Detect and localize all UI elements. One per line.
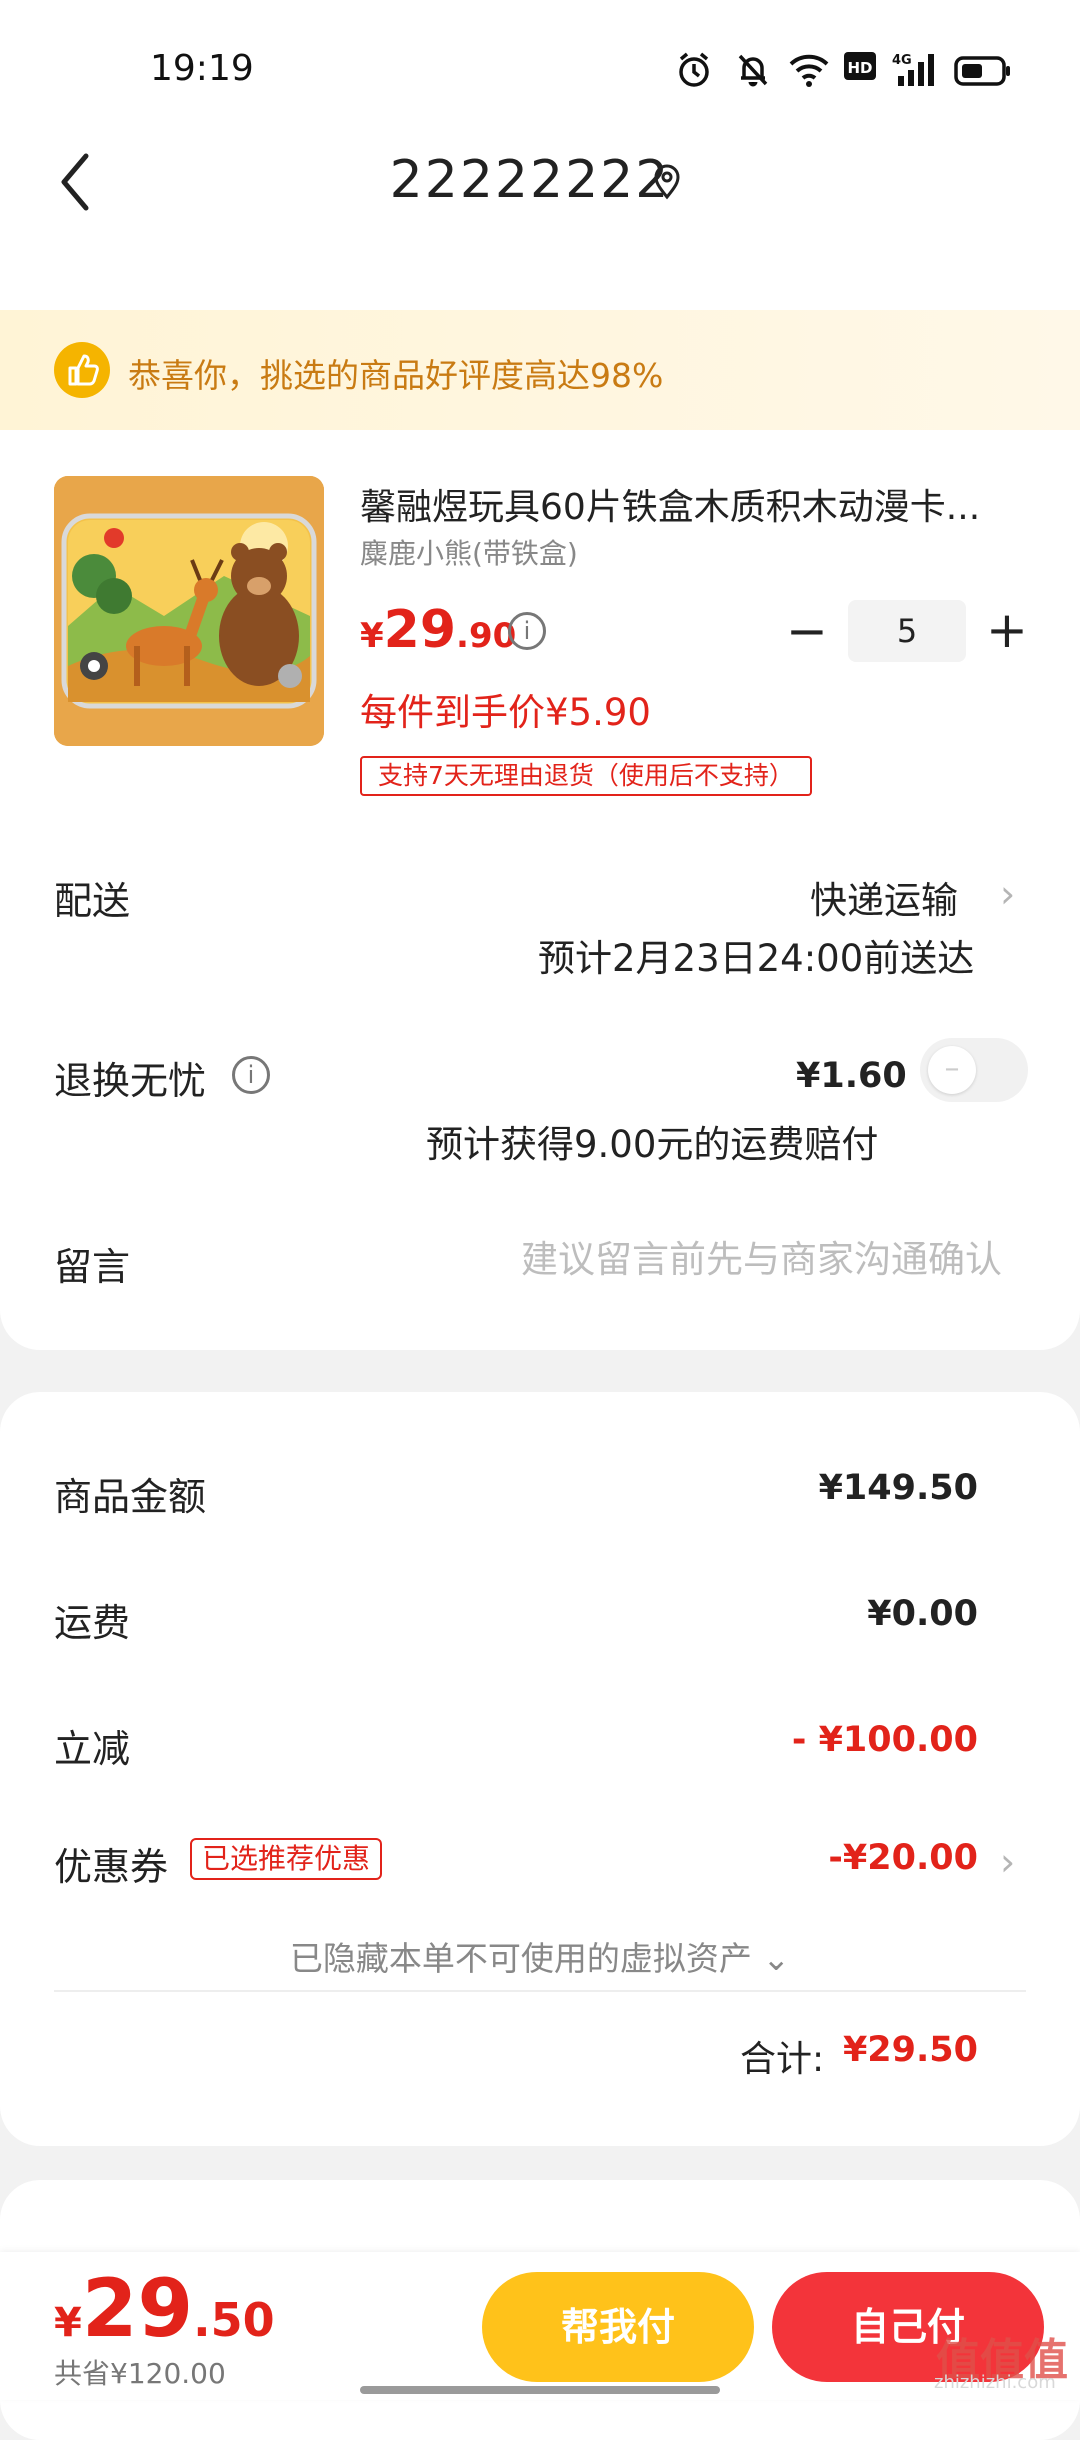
return-policy-tag: 支持7天无理由退货（使用后不支持） <box>360 756 812 796</box>
chevron-left-icon <box>61 153 89 211</box>
total-value: ¥29.50 <box>842 2030 978 2070</box>
coupon-label: 优惠券 <box>54 1845 169 1889</box>
product-name[interactable]: 馨融煜玩具60片铁盒木质积木动漫卡... <box>360 478 1020 530</box>
message-input[interactable] <box>430 1228 1004 1290</box>
home-indicator[interactable] <box>360 2386 720 2394</box>
back-button[interactable] <box>52 150 112 211</box>
status-time: 19:19 <box>150 48 254 89</box>
chevron-right-icon[interactable]: › <box>1000 872 1015 916</box>
hd-icon: HD <box>844 50 876 90</box>
thumbs-up-icon <box>54 342 110 398</box>
checkout-price: ¥29.50 <box>54 2262 275 2355</box>
product-sku[interactable]: 麋鹿小熊(带铁盒) <box>360 532 578 572</box>
price-symbol: ¥ <box>360 616 384 656</box>
total-label: 合计: <box>740 2039 825 2080</box>
delivery-estimate: 预计2月23日24:00前送达 <box>538 937 975 980</box>
page-title: 22222222 <box>389 150 671 210</box>
watermark-url: zhizhizhi.com <box>934 2372 1056 2393</box>
help-pay-button[interactable]: 帮我付 <box>482 2272 754 2382</box>
wifi-icon <box>788 50 830 90</box>
delivery-label: 配送 <box>54 879 131 923</box>
info-icon[interactable]: i <box>232 1056 270 1094</box>
shipping-value: ¥0.00 <box>867 1594 978 1634</box>
battery-icon <box>954 50 1012 90</box>
quantity-value[interactable]: 5 <box>848 600 966 662</box>
hidden-assets-note[interactable]: 已隐藏本单不可使用的虚拟资产 ⌄ <box>0 1932 1080 1980</box>
return-insurance-price: ¥1.60 <box>796 1056 907 1096</box>
price-integer: 29 <box>383 600 457 660</box>
price-info-icon[interactable]: i <box>508 612 546 650</box>
price-decimal: .50 <box>193 2293 275 2347</box>
return-insurance-label: 退换无忧 <box>54 1059 207 1103</box>
shipping-label: 运费 <box>54 1601 131 1645</box>
compensation-note: 预计获得9.00元的运费赔付 <box>426 1123 879 1166</box>
cellular-4g-icon: 4G <box>892 50 938 90</box>
discount-label: 立减 <box>54 1727 131 1771</box>
goods-amount-label: 商品金额 <box>54 1475 207 1519</box>
delivery-method[interactable]: 快递运输 <box>810 870 958 924</box>
product-price: ¥29.90 <box>360 600 516 660</box>
price-integer: 29 <box>81 2262 194 2355</box>
saved-amount: 共省¥120.00 <box>54 2357 226 2390</box>
hd-label: HD <box>847 59 872 77</box>
message-label: 留言 <box>54 1245 131 1289</box>
quantity-increase-button[interactable]: + <box>986 600 1028 660</box>
coupon-tag[interactable]: 已选推荐优惠 <box>190 1838 383 1880</box>
toggle-knob[interactable]: – <box>928 1046 976 1094</box>
price-decimal: .90 <box>456 616 517 656</box>
chevron-right-icon[interactable]: › <box>1000 1840 1015 1884</box>
location-pin-icon[interactable] <box>652 164 682 200</box>
price-symbol: ¥ <box>54 2300 82 2346</box>
network-type-label: 4G <box>892 53 912 68</box>
alarm-icon <box>676 50 712 90</box>
coupon-value[interactable]: -¥20.00 <box>828 1838 978 1878</box>
discount-value: - ¥100.00 <box>791 1720 978 1760</box>
banner-text: 恭喜你，挑选的商品好评度高达98% <box>128 356 664 395</box>
goods-amount-value: ¥149.50 <box>818 1468 978 1508</box>
per-item-price: 每件到手价¥5.90 <box>360 691 651 734</box>
mute-bell-icon <box>736 50 770 90</box>
divider <box>54 1990 1026 1992</box>
product-image[interactable] <box>54 476 324 746</box>
quantity-decrease-button[interactable]: − <box>786 606 828 656</box>
